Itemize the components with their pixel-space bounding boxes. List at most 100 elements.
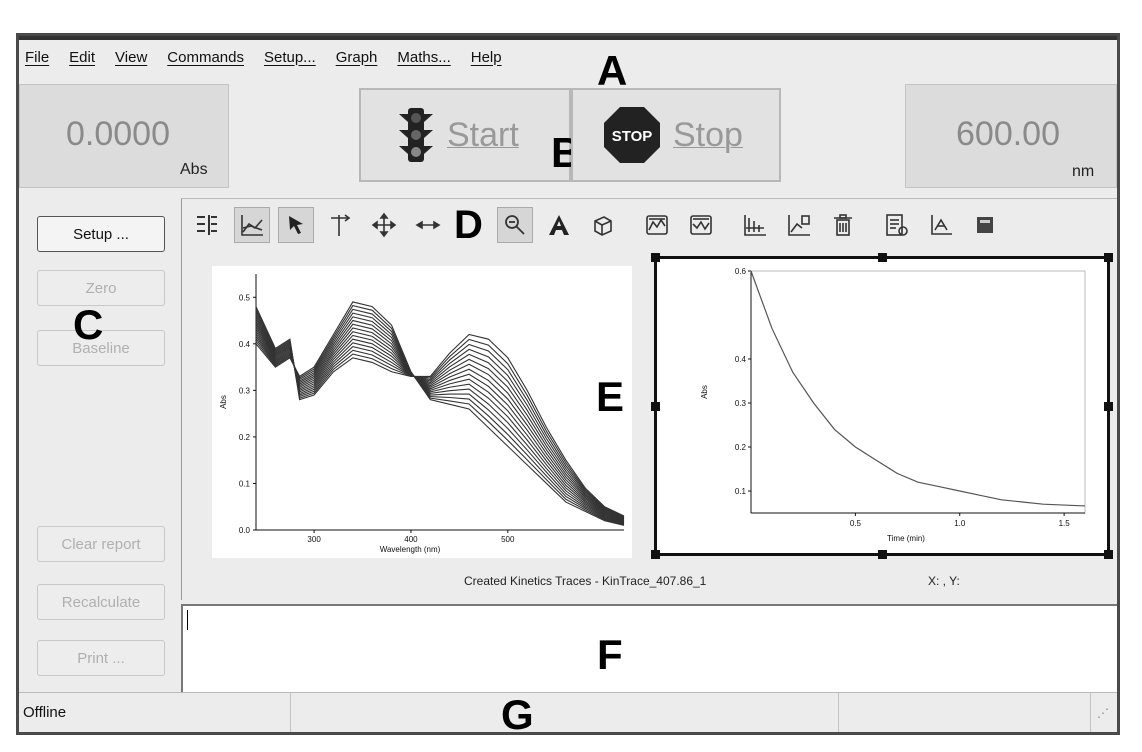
menu-commands[interactable]: Commands	[167, 49, 244, 66]
plot-area: 0.0 0.1 0.2 0.3 0.4 0.5 300 400 500 Wavelength (n…	[181, 250, 1117, 600]
y-tick-label: 0.0	[239, 526, 251, 535]
y-tick-label: 0.2	[239, 433, 251, 442]
clear-report-button[interactable]: Clear report	[37, 526, 165, 562]
spectrum-line	[255, 312, 625, 525]
spectrum-line	[255, 326, 625, 522]
y-tick-label: 0.1	[239, 479, 251, 488]
extract-icon[interactable]	[781, 207, 817, 243]
absorbance-readout: 0.0000 Abs	[19, 84, 229, 188]
wavelength-readout: 600.00 nm	[905, 84, 1117, 188]
menu-view[interactable]: View	[115, 49, 147, 66]
selection-handle[interactable]	[651, 402, 660, 411]
y-tick-label: 0.2	[735, 443, 747, 452]
spectrum-line	[255, 319, 625, 523]
left-panel: Setup ... Zero Baseline Clear report Rec…	[19, 196, 181, 686]
selection-handle[interactable]	[1104, 550, 1113, 559]
selection-handle[interactable]	[1104, 253, 1113, 262]
spectrum-line	[255, 323, 625, 523]
status-bar: Offline ⋰	[19, 692, 1117, 732]
menu-bar: File Edit View Commands Setup... Graph M…	[19, 42, 1117, 72]
menu-maths[interactable]: Maths...	[397, 49, 450, 66]
more-icon[interactable]	[967, 207, 1003, 243]
kinetics-chart[interactable]: 0.1 0.2 0.3 0.4 0.6 0.5 1.0 1.5 Time (min) Abs	[651, 253, 1113, 559]
title-bar	[19, 36, 1117, 40]
graph-type-icon[interactable]	[234, 206, 270, 243]
copy-graph-icon[interactable]	[639, 207, 675, 243]
callout-e: E	[596, 373, 625, 420]
print-button[interactable]: Print ...	[37, 640, 165, 676]
kinetics-icon[interactable]	[737, 207, 773, 243]
paste-graph-icon[interactable]	[683, 207, 719, 243]
y-tick-label: 0.6	[735, 267, 747, 276]
text-caret	[187, 610, 188, 630]
selection-handle[interactable]	[1104, 402, 1113, 411]
cursor-coordinates: X: , Y:	[928, 574, 960, 588]
spectrum-line	[255, 318, 625, 520]
y-tick-label: 0.3	[239, 386, 251, 395]
menu-graph[interactable]: Graph	[336, 49, 378, 66]
x-tick-label: 1.5	[1059, 519, 1071, 528]
report-icon[interactable]	[879, 207, 915, 243]
status-cell-2	[291, 693, 839, 732]
traffic-light-icon	[397, 106, 435, 164]
menu-file[interactable]: File	[25, 49, 49, 66]
x-tick-label: 300	[307, 535, 321, 544]
kinetics-chart-svg: 0.1 0.2 0.3 0.4 0.6 0.5 1.0 1.5 Time (min) Abs	[700, 267, 1086, 543]
absorbance-value: 0.0000	[66, 115, 170, 153]
y-axis-label: Abs	[219, 395, 228, 409]
x-tick-label: 1.0	[954, 519, 966, 528]
start-button[interactable]: Start	[359, 88, 571, 182]
recalculate-button[interactable]: Recalculate	[37, 584, 165, 620]
plot-frame	[750, 270, 1086, 514]
callout-c: C	[73, 301, 104, 348]
setup-button[interactable]: Setup ...	[37, 216, 165, 252]
spectra-chart[interactable]: 0.0 0.1 0.2 0.3 0.4 0.5 300 400 500 Wavelength (n…	[212, 266, 632, 558]
spectrum-line	[255, 316, 625, 524]
delete-icon[interactable]	[825, 207, 861, 243]
stop-label: Stop	[673, 115, 743, 154]
application-window: File Edit View Commands Setup... Graph M…	[16, 33, 1120, 735]
object-icon[interactable]	[585, 207, 621, 243]
connection-status: Offline	[19, 693, 291, 732]
selection-handle[interactable]	[878, 253, 887, 262]
pointer-icon[interactable]	[278, 206, 314, 243]
graph-status-text: Created Kinetics Traces - KinTrace_407.8…	[464, 574, 707, 588]
legend-icon[interactable]	[190, 207, 226, 243]
y-tick-label: 0.5	[239, 293, 251, 302]
y-tick-label: 0.4	[239, 340, 251, 349]
spectra-chart-svg: 0.0 0.1 0.2 0.3 0.4 0.5 300 400 500 Wavelength (n…	[219, 274, 625, 554]
zoom-icon[interactable]	[496, 206, 533, 243]
decay-curve	[750, 270, 1086, 507]
stop-sign-text: STOP	[612, 128, 653, 145]
start-label: Start	[447, 115, 519, 154]
pan-icon[interactable]	[366, 207, 402, 243]
spectrum-line	[255, 305, 625, 526]
stop-sign-icon: STOP	[603, 106, 661, 164]
x-tick-label: 500	[501, 535, 515, 544]
axis-icon[interactable]	[923, 207, 959, 243]
menu-help[interactable]: Help	[471, 49, 502, 66]
selection-handle[interactable]	[878, 550, 887, 559]
wavelength-value: 600.00	[956, 115, 1060, 153]
wavelength-unit: nm	[1072, 163, 1095, 180]
y-axis-label: Abs	[700, 385, 709, 399]
y-tick-label: 0.3	[735, 399, 747, 408]
menu-setup[interactable]: Setup...	[264, 49, 316, 66]
selection-handle[interactable]	[651, 253, 660, 262]
x-axis-label: Time (min)	[887, 534, 925, 543]
menu-edit[interactable]: Edit	[69, 49, 95, 66]
selection-handle[interactable]	[651, 550, 660, 559]
callout-f: F	[597, 631, 623, 678]
stretch-icon[interactable]	[410, 207, 446, 243]
cursor-icon[interactable]	[322, 207, 358, 243]
callout-d: D	[454, 202, 483, 247]
report-textarea[interactable]	[181, 604, 1117, 692]
spectrum-line	[255, 308, 625, 525]
stop-button[interactable]: STOP Stop	[571, 88, 781, 182]
spectrum-line	[255, 301, 625, 526]
resize-grip-icon[interactable]: ⋰	[1097, 706, 1109, 720]
status-cell-3	[839, 693, 1091, 732]
callout-g: G	[501, 691, 534, 735]
graph-toolbar: D	[181, 198, 1117, 250]
text-icon[interactable]	[541, 207, 577, 243]
